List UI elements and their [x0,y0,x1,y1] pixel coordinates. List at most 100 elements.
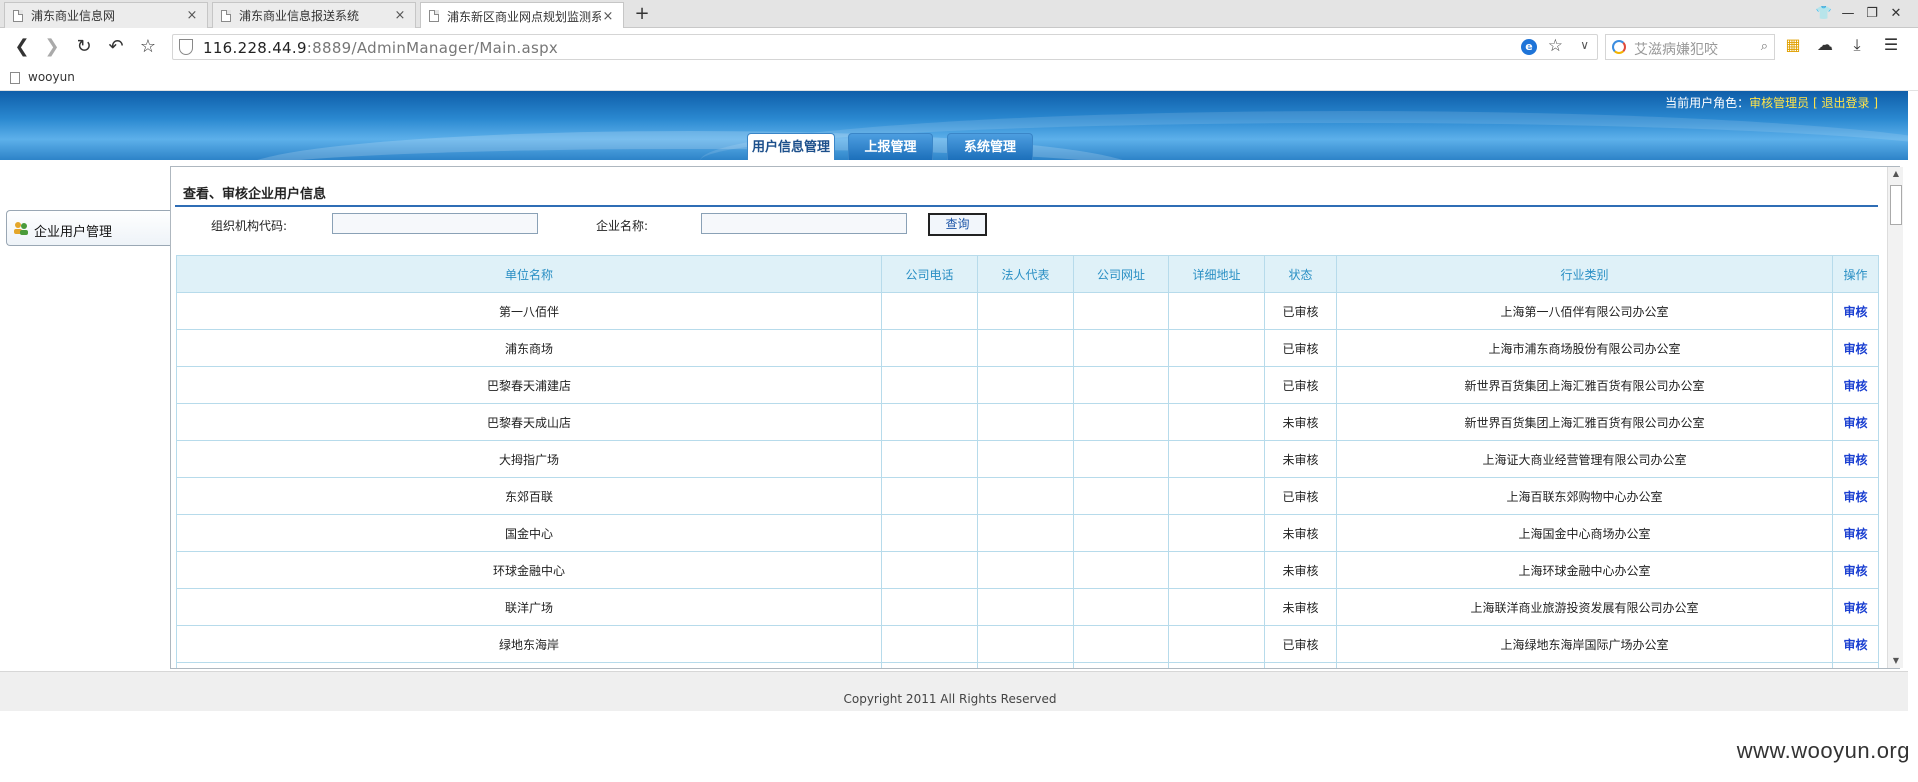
scroll-up-icon[interactable]: ▲ [1888,167,1904,181]
user-role: 审核管理员 [1749,96,1810,110]
browser-tab-3-active[interactable]: 浦东新区商业网点规划监测系 × [420,2,624,29]
sidebar-item-enterprise-users[interactable]: 企业用户管理 [6,210,172,246]
tab-system-management[interactable]: 系统管理 [947,133,1033,160]
shirt-icon[interactable]: 👕 [1814,4,1834,24]
logout-link[interactable]: 退出登录 [1821,96,1869,110]
column-header: 行业类别 [1336,255,1833,293]
apps-grid-icon[interactable]: ▦ [1782,34,1804,56]
review-link[interactable]: 审核 [1832,403,1879,441]
forward-icon[interactable]: ❯ [40,35,64,59]
table-cell: 新世界百货集团上海汇雅百货有限公司办公室 [1336,366,1833,404]
company-name-label: 企业名称: [596,219,649,233]
reload-icon[interactable]: ↻ [72,35,96,59]
org-code-input[interactable] [332,213,538,234]
table-row: 浦东商场 已审核 上海市浦东商场股份有限公司办公室 审核 [176,329,1879,367]
table-cell: 国金中心 [176,514,882,552]
cloud-icon[interactable]: ☁ [1814,34,1836,56]
browser-tab-1[interactable]: 浦东商业信息网 × [4,2,208,28]
table-row: 联洋广场 未审核 上海联洋商业旅游投资发展有限公司办公室 审核 [176,588,1879,626]
review-link[interactable]: 审核 [1832,477,1879,515]
column-header: 状态 [1264,255,1337,293]
bookmark-wooyun[interactable]: wooyun [28,70,75,84]
url-text[interactable]: 116.228.44.9:8889/AdminManager/Main.aspx [203,39,558,57]
review-link[interactable]: 审核 [1832,514,1879,552]
table-cell: 上海联洋商业旅游投资发展有限公司办公室 [1336,588,1833,626]
table-cell [881,662,978,668]
bookmark-star-icon[interactable]: ☆ [1548,36,1563,56]
column-header: 公司网址 [1073,255,1169,293]
table-cell [1168,551,1265,589]
review-link[interactable]: 审核 [1832,292,1879,330]
table-cell: 已审核 [1264,329,1337,367]
table-cell [977,366,1074,404]
close-window-icon[interactable]: ✕ [1886,4,1906,24]
tab-report-management[interactable]: 上报管理 [848,133,933,160]
tab-title: 浦东新区商业网点规划监测系 [447,9,601,24]
search-icon[interactable]: ⌕ [1761,39,1768,54]
table-cell: 未审核 [1264,440,1337,478]
table-cell [881,514,978,552]
download-icon[interactable]: ⤓ [1846,34,1868,56]
chevron-down-icon[interactable]: ∨ [1580,38,1589,52]
company-name-input[interactable] [701,213,907,234]
content-frame: 查看、审核企业用户信息 组织机构代码: 企业名称: 查询 单位名称 公司电话 法人代… [170,166,1900,669]
review-link[interactable] [1832,662,1879,668]
table-cell [881,625,978,663]
table-cell [1073,403,1169,441]
table-cell: 未审核 [1264,514,1337,552]
table-cell [1264,662,1337,668]
org-code-label: 组织机构代码: [211,219,288,233]
table-cell [1168,588,1265,626]
new-tab-button[interactable]: + [630,2,654,26]
table-cell: 巴黎春天浦建店 [176,366,882,404]
table-cell: 上海证大商业经营管理有限公司办公室 [1336,440,1833,478]
table-cell [1168,662,1265,668]
table-row: 大拇指广场 未审核 上海证大商业经营管理有限公司办公室 审核 [176,440,1879,478]
review-link[interactable]: 审核 [1832,329,1879,367]
table-cell: 第一八佰伴 [176,292,882,330]
vertical-scrollbar[interactable]: ▲ ▼ [1887,167,1903,668]
table-cell [1073,440,1169,478]
review-link[interactable]: 审核 [1832,588,1879,626]
table-cell: 上海绿地东海岸国际广场办公室 [1336,625,1833,663]
table-cell [1073,588,1169,626]
table-cell [881,477,978,515]
review-link[interactable]: 审核 [1832,625,1879,663]
search-placeholder: 艾滋病嫌犯咬 [1634,42,1718,58]
page-icon [13,9,23,22]
review-link[interactable]: 审核 [1832,551,1879,589]
ie-mode-icon[interactable]: e [1521,39,1537,55]
tab-title: 浦东商业信息报送系统 [239,9,360,23]
tab-title: 浦东商业信息网 [31,9,116,23]
query-button[interactable]: 查询 [928,213,987,236]
address-bar[interactable]: 116.228.44.9:8889/AdminManager/Main.aspx… [172,34,1598,60]
column-header: 法人代表 [977,255,1074,293]
tab-user-info-management[interactable]: 用户信息管理 [747,133,835,160]
table-cell: 未审核 [1264,403,1337,441]
table-row: 巴黎春天浦建店 已审核 新世界百货集团上海汇雅百货有限公司办公室 审核 [176,366,1879,404]
favorite-star-icon[interactable]: ☆ [136,35,160,59]
table-cell: 上海国金中心商场办公室 [1336,514,1833,552]
user-role-info: 当前用户角色：审核管理员 [ 退出登录 ] [1665,96,1878,110]
table-cell [977,588,1074,626]
browser-tab-2[interactable]: 浦东商业信息报送系统 × [212,2,416,28]
undo-icon[interactable]: ↶ [104,35,128,59]
review-link[interactable]: 审核 [1832,440,1879,478]
table-cell [977,625,1074,663]
table-cell: 已审核 [1264,292,1337,330]
minimize-icon[interactable]: — [1838,4,1858,24]
search-box[interactable]: 艾滋病嫌犯咬 ⌕ [1605,34,1775,60]
close-tab-icon[interactable]: × [601,9,615,24]
scroll-thumb[interactable] [1890,185,1902,225]
back-icon[interactable]: ❮ [10,35,34,59]
table-cell [977,477,1074,515]
menu-icon[interactable]: ☰ [1880,34,1902,56]
table-cell [1168,514,1265,552]
close-tab-icon[interactable]: × [185,8,199,23]
column-header: 操作 [1832,255,1879,293]
table-cell [881,292,978,330]
review-link[interactable]: 审核 [1832,366,1879,404]
scroll-down-icon[interactable]: ▼ [1888,654,1904,668]
restore-icon[interactable]: ❐ [1862,4,1882,24]
close-tab-icon[interactable]: × [393,8,407,23]
